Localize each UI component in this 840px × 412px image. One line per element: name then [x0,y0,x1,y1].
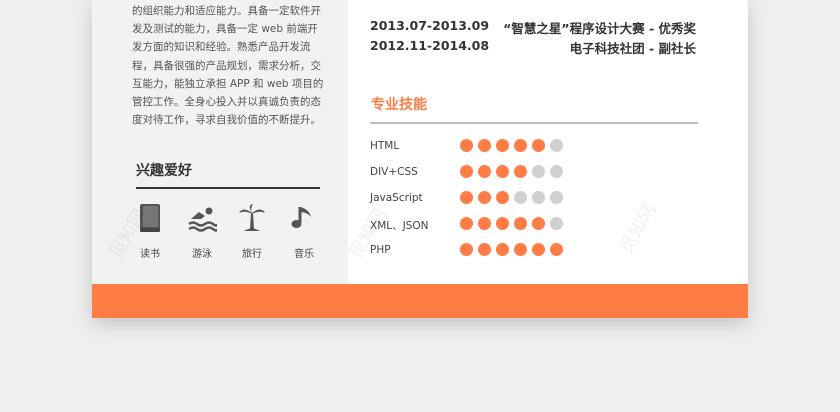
intro-line: 的组织能力和适应能力。具备一定软件开 [132,5,321,17]
skill-dot-filled [514,217,527,230]
hobby-label: 音乐 [294,249,314,260]
intro-line: 发方面的知识和经验。熟悉产品开发流 [132,41,311,54]
skill-dot-filled [478,243,491,256]
palm-tree-icon [239,204,265,231]
skill-dot-filled [532,139,545,152]
skill-dot-filled [460,243,473,256]
skill-dot-empty [550,139,563,152]
skill-dot-filled [460,165,473,178]
skill-dot-filled [460,139,473,152]
hobby-label: 旅行 [242,249,262,260]
skill-dot-empty [532,191,545,204]
skill-dot-filled [478,165,491,178]
skill-dot-empty [532,165,545,178]
hobby-music: 音乐 [284,203,324,260]
award-date: 2013.07-2013.09 [370,18,490,33]
skill-dot-filled [496,217,509,230]
self-evaluation-text: 的组织能力和适应能力。具备一定软件开 发及测试的能力，具备一定 web 前端开 … [132,2,328,129]
resume-sheet: 的组织能力和适应能力。具备一定软件开 发及测试的能力，具备一定 web 前端开 … [92,0,748,318]
intro-line: 程，具备很强的产品规划，需求分析，交 [132,59,321,72]
hobby-swimming: 游泳 [182,203,222,260]
skill-dot-filled [478,139,491,152]
skill-dot-filled [478,191,491,204]
music-note-icon [291,207,311,228]
skill-dot-filled [460,217,473,230]
skill-dot-filled [514,243,527,256]
award-title: “智慧之星”程序设计大赛 - 优秀奖 [503,21,696,36]
intro-line: 互能力，能独立承担 APP 和 web 项目的 [132,77,324,90]
footer-band [92,284,748,318]
skill-dot-filled [496,243,509,256]
skill-dot-filled [514,139,527,152]
skill-dot-filled [532,243,545,256]
skill-dot-empty [514,191,527,204]
hobby-label: 读书 [140,249,160,260]
award-date: 2012.11-2014.08 [370,38,490,53]
hobby-label: 游泳 [192,249,212,260]
intro-line: 度对待工作，寻求自我价值的不断提升。 [132,114,321,127]
hobbies-divider [136,187,320,189]
intro-line: 管控工作。全身心投入并以真诚负责的态 [132,96,321,109]
skill-dot-empty [550,191,563,204]
skill-dot-filled [496,191,509,204]
skill-dot-filled [550,243,563,256]
skill-dot-filled [532,217,545,230]
skill-dot-filled [478,217,491,230]
skill-name: JavaScript [370,192,423,204]
skill-name: DIV+CSS [370,166,418,178]
skill-dot-filled [514,165,527,178]
skill-dot-filled [496,139,509,152]
hobbies-title: 兴趣爱好 [136,163,192,179]
skill-dot-filled [496,165,509,178]
swimming-icon [188,207,217,232]
award-title: 电子科技社团 - 副社长 [569,41,696,56]
skills-divider [370,122,698,124]
skill-dot-empty [550,217,563,230]
skill-dot-empty [550,165,563,178]
skills-title: 专业技能 [371,97,427,113]
right-column: 2013.07-2013.09 “智慧之星”程序设计大赛 - 优秀奖 2012.… [348,0,748,284]
intro-line: 发及测试的能力，具备一定 web 前端开 [132,23,318,36]
skill-dot-filled [460,191,473,204]
hobby-travel: 旅行 [232,203,272,260]
skill-name: HTML [370,140,400,152]
